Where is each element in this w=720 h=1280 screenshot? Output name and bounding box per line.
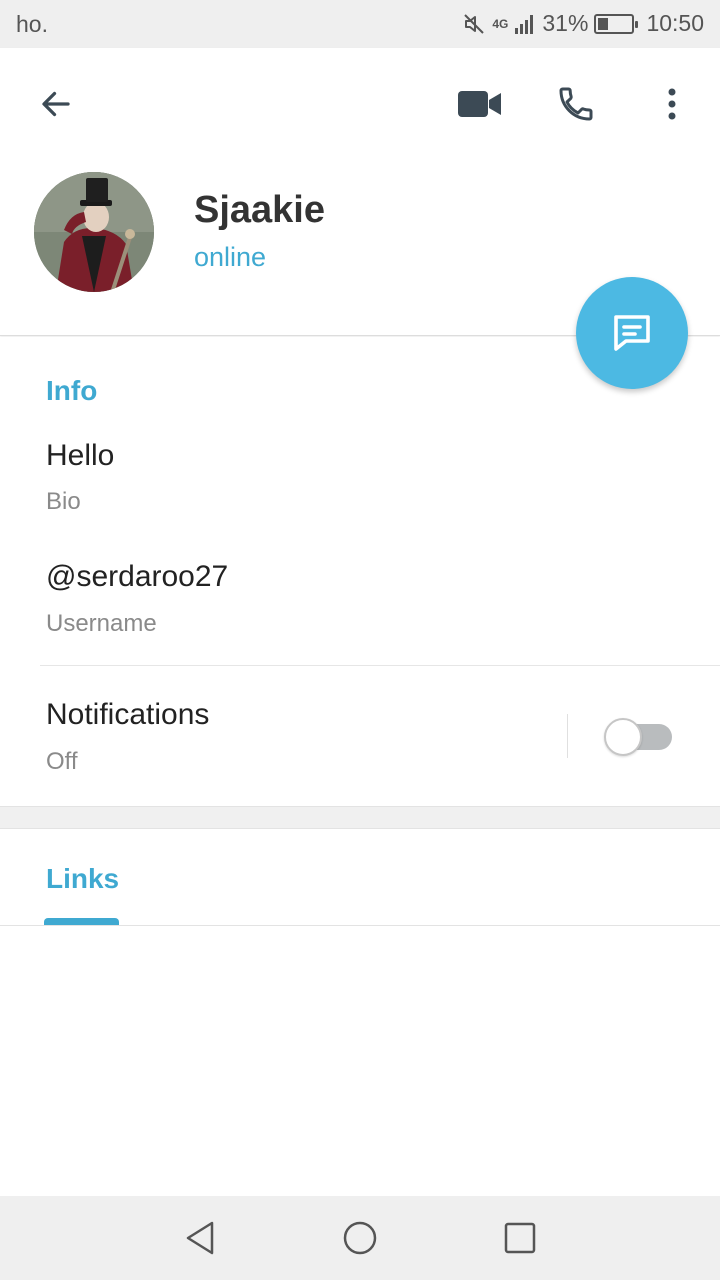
media-tabs: Links <box>0 830 720 926</box>
message-icon <box>614 315 650 351</box>
notifications-label[interactable]: Notifications <box>46 698 209 732</box>
battery-icon <box>594 13 639 34</box>
more-vertical-icon <box>668 88 676 120</box>
username-value[interactable]: @serdaroo27 <box>46 560 228 594</box>
voice-call-button[interactable] <box>548 76 604 132</box>
system-nav-bar <box>0 1196 720 1280</box>
bio-value[interactable]: Hello <box>46 439 114 473</box>
presence-status: online <box>194 242 267 272</box>
notifications-toggle[interactable] <box>604 718 672 756</box>
tab-links[interactable]: Links <box>46 863 119 895</box>
nav-back-icon <box>186 1221 214 1255</box>
signal-icon <box>514 13 536 35</box>
contact-name: Sjaakie <box>194 189 325 231</box>
status-icons: 4G 31% 10:50 <box>462 10 704 37</box>
profile-photo <box>34 172 154 292</box>
avatar[interactable] <box>34 172 154 292</box>
battery-percent: 31% <box>542 10 589 36</box>
tab-indicator <box>44 918 119 925</box>
video-call-button[interactable] <box>452 76 508 132</box>
info-section: Info Hello Bio @serdaroo27 Username Noti… <box>0 337 720 805</box>
notifications-status: Off <box>46 748 78 775</box>
clock: 10:50 <box>646 10 704 36</box>
nav-recents-icon <box>504 1222 536 1254</box>
mute-icon <box>462 12 486 36</box>
nav-recents-button[interactable] <box>496 1214 544 1262</box>
send-message-button[interactable] <box>576 277 688 389</box>
carrier-name: ho. <box>16 11 48 37</box>
phone-call-icon <box>559 87 593 121</box>
video-call-icon <box>458 91 501 117</box>
section-separator <box>0 806 720 829</box>
bio-label: Bio <box>46 488 81 515</box>
vertical-divider <box>567 714 568 758</box>
status-bar: ho. 4G 31% 10:50 <box>0 0 720 48</box>
username-label: Username <box>46 610 157 637</box>
divider <box>40 665 720 666</box>
nav-back-button[interactable] <box>176 1214 224 1262</box>
toggle-knob <box>604 718 642 756</box>
back-button[interactable] <box>28 76 84 132</box>
network-type: 4G <box>492 16 509 31</box>
back-arrow-icon <box>42 91 70 117</box>
nav-home-button[interactable] <box>336 1214 384 1262</box>
nav-home-icon <box>343 1221 377 1255</box>
info-section-title: Info <box>46 375 98 406</box>
more-options-button[interactable] <box>644 76 700 132</box>
